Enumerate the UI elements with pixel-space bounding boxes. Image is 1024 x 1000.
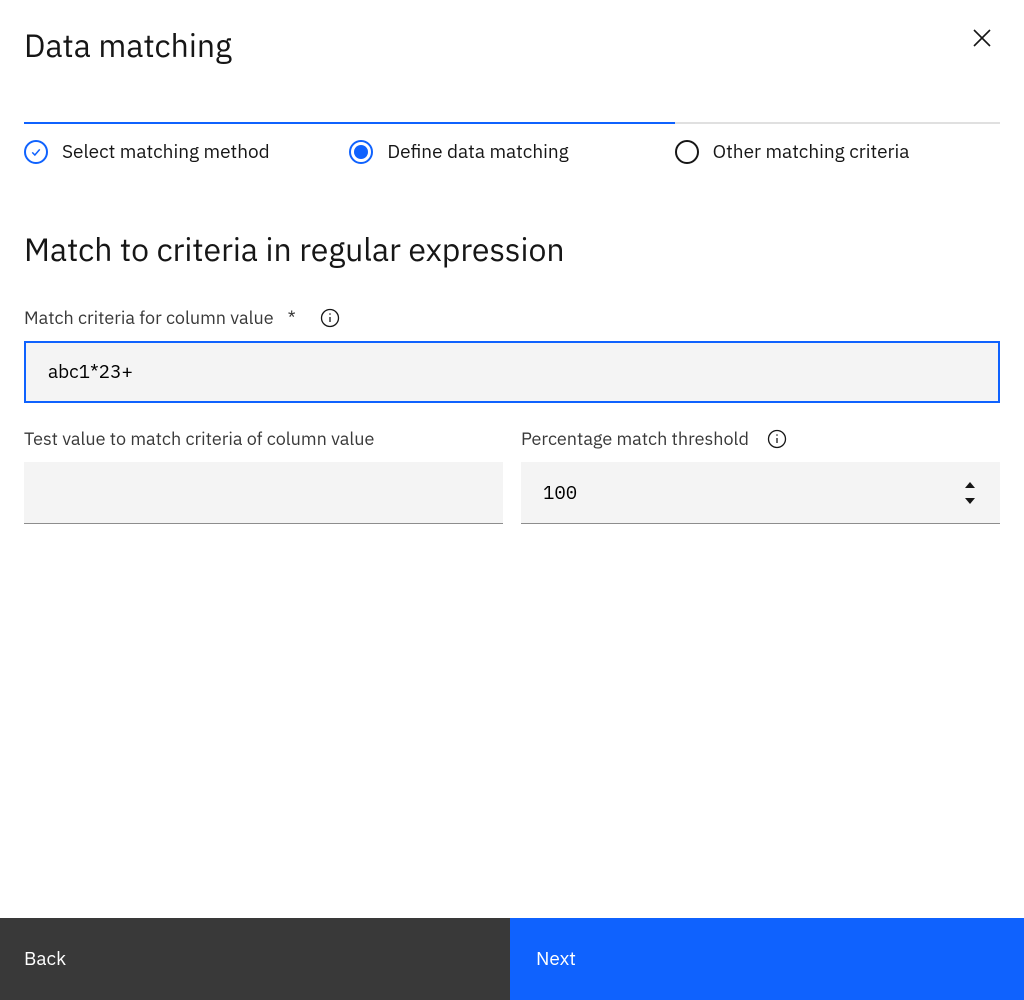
match-criteria-input[interactable]: [24, 341, 1000, 403]
threshold-label-row: Percentage match threshold: [521, 427, 1000, 450]
close-icon: [970, 26, 994, 53]
match-criteria-label: Match criteria for column value: [24, 306, 274, 329]
step-other-matching-criteria[interactable]: Other matching criteria: [675, 140, 1000, 164]
stepper-down-button[interactable]: [958, 494, 982, 508]
test-value-field-group: Test value to match criteria of column v…: [24, 427, 503, 524]
dialog-content: Match to criteria in regular expression …: [0, 228, 1024, 524]
secondary-fields-row: Test value to match criteria of column v…: [24, 427, 1000, 524]
incomplete-step-icon: [675, 140, 699, 164]
step-label: Select matching method: [62, 140, 270, 164]
test-value-label-row: Test value to match criteria of column v…: [24, 427, 503, 450]
match-criteria-field-group: Match criteria for column value *: [24, 306, 1000, 403]
required-marker: *: [288, 306, 296, 329]
progress-fill: [24, 122, 675, 124]
caret-up-icon: [964, 481, 976, 489]
progress-bar: [0, 122, 1024, 124]
test-value-input[interactable]: [24, 462, 503, 524]
step-select-matching-method[interactable]: Select matching method: [24, 140, 349, 164]
back-button[interactable]: Back: [0, 918, 510, 1000]
number-stepper: [958, 462, 982, 524]
threshold-input[interactable]: [521, 462, 1000, 524]
next-button[interactable]: Next: [510, 918, 1024, 1000]
progress-track: [24, 122, 1000, 124]
close-button[interactable]: [964, 20, 1000, 59]
stepper-up-button[interactable]: [958, 478, 982, 492]
step-define-data-matching[interactable]: Define data matching: [349, 140, 674, 164]
threshold-field-group: Percentage match threshold: [521, 427, 1000, 524]
threshold-number-wrap: [521, 462, 1000, 524]
step-label: Other matching criteria: [713, 140, 910, 164]
dialog-header: Data matching: [0, 0, 1024, 66]
info-icon[interactable]: [767, 429, 787, 449]
step-label: Define data matching: [387, 140, 568, 164]
match-criteria-label-row: Match criteria for column value *: [24, 306, 1000, 329]
checkmark-icon: [24, 140, 48, 164]
data-matching-dialog: Data matching Select matching method Def…: [0, 0, 1024, 1000]
dialog-footer: Back Next: [0, 918, 1024, 1000]
info-icon[interactable]: [320, 308, 340, 328]
test-value-label: Test value to match criteria of column v…: [24, 427, 374, 450]
section-title: Match to criteria in regular expression: [24, 228, 1000, 270]
threshold-label: Percentage match threshold: [521, 427, 749, 450]
progress-steps: Select matching method Define data match…: [0, 140, 1024, 164]
current-step-icon: [349, 140, 373, 164]
dialog-title: Data matching: [24, 24, 232, 66]
caret-down-icon: [964, 497, 976, 505]
